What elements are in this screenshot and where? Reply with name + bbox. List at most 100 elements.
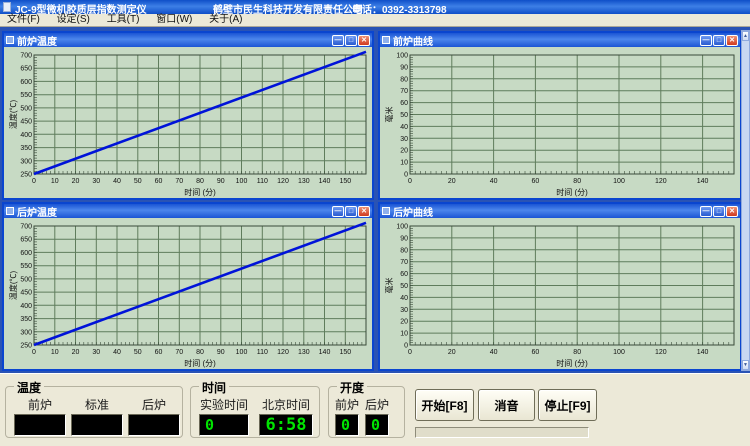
svg-text:120: 120 bbox=[655, 178, 667, 185]
svg-text:40: 40 bbox=[113, 178, 121, 185]
svg-text:500: 500 bbox=[20, 105, 32, 112]
menu-about[interactable]: 关于(A) bbox=[202, 14, 249, 26]
svg-text:90: 90 bbox=[217, 349, 225, 356]
svg-text:0: 0 bbox=[404, 172, 408, 179]
opening-group: 开度 前炉 后炉 0 0 bbox=[328, 386, 405, 438]
front-furnace-opening-label: 前炉 bbox=[335, 396, 359, 413]
svg-text:20: 20 bbox=[448, 178, 456, 185]
scroll-up-icon[interactable]: ▲ bbox=[742, 31, 749, 41]
svg-text:温度(℃): 温度(℃) bbox=[8, 271, 18, 301]
close-icon[interactable]: ✕ bbox=[358, 35, 370, 46]
window-rear-furnace-temp: 后炉温度 — □ ✕ 01020304050607080901001101201… bbox=[2, 202, 374, 371]
maximize-icon[interactable]: □ bbox=[345, 35, 357, 46]
svg-text:550: 550 bbox=[20, 263, 32, 270]
window-title: 后炉曲线 bbox=[393, 204, 433, 219]
svg-text:10: 10 bbox=[51, 178, 59, 185]
start-button[interactable]: 开始[F8] bbox=[415, 389, 474, 421]
close-icon[interactable]: ✕ bbox=[358, 206, 370, 217]
progress-strip bbox=[415, 427, 589, 438]
svg-text:90: 90 bbox=[400, 64, 408, 71]
svg-text:70: 70 bbox=[175, 178, 183, 185]
window-icon bbox=[6, 207, 14, 215]
svg-text:60: 60 bbox=[532, 178, 540, 185]
svg-text:30: 30 bbox=[92, 349, 100, 356]
window-titlebar[interactable]: 后炉曲线 — □ ✕ bbox=[380, 204, 740, 218]
svg-text:毫米: 毫米 bbox=[384, 278, 394, 294]
close-icon[interactable]: ✕ bbox=[726, 206, 738, 217]
svg-text:0: 0 bbox=[408, 349, 412, 356]
mute-button[interactable]: 消音 bbox=[478, 389, 535, 421]
svg-text:250: 250 bbox=[20, 343, 32, 350]
window-front-furnace-curve: 前炉曲线 — □ ✕ 02040608010012014001020304050… bbox=[378, 31, 742, 200]
rear-furnace-temp-chart: 0102030405060708090100110120130140150250… bbox=[4, 218, 372, 369]
window-titlebar[interactable]: 前炉曲线 — □ ✕ bbox=[380, 33, 740, 47]
front-furnace-opening-display: 0 bbox=[335, 414, 359, 436]
svg-text:80: 80 bbox=[400, 76, 408, 83]
svg-text:300: 300 bbox=[20, 158, 32, 165]
svg-text:100: 100 bbox=[613, 349, 625, 356]
menu-bar: 文件(F) 设定(S) 工具(T) 窗口(W) 关于(A) bbox=[0, 14, 750, 27]
svg-text:140: 140 bbox=[319, 178, 331, 185]
svg-text:100: 100 bbox=[236, 349, 248, 356]
svg-text:350: 350 bbox=[20, 316, 32, 323]
svg-text:0: 0 bbox=[404, 343, 408, 350]
close-icon[interactable]: ✕ bbox=[726, 35, 738, 46]
minimize-icon[interactable]: — bbox=[700, 35, 712, 46]
menu-window[interactable]: 窗口(W) bbox=[149, 14, 199, 26]
temperature-group: 温度 前炉 标准 后炉 bbox=[5, 386, 183, 438]
menu-settings[interactable]: 设定(S) bbox=[50, 14, 97, 26]
svg-text:120: 120 bbox=[655, 349, 667, 356]
svg-text:400: 400 bbox=[20, 132, 32, 139]
svg-text:40: 40 bbox=[490, 349, 498, 356]
maximize-icon[interactable]: □ bbox=[345, 206, 357, 217]
svg-text:100: 100 bbox=[236, 178, 248, 185]
standard-temp-display bbox=[71, 414, 123, 436]
window-title: 前炉曲线 bbox=[393, 33, 433, 48]
svg-text:60: 60 bbox=[400, 271, 408, 278]
svg-text:时间 (分): 时间 (分) bbox=[184, 358, 216, 368]
svg-text:时间 (分): 时间 (分) bbox=[184, 187, 216, 197]
scroll-down-icon[interactable]: ▼ bbox=[742, 360, 749, 370]
opening-group-title: 开度 bbox=[337, 379, 367, 396]
window-rear-furnace-curve: 后炉曲线 — □ ✕ 02040608010012014001020304050… bbox=[378, 202, 742, 371]
svg-text:100: 100 bbox=[613, 178, 625, 185]
svg-text:130: 130 bbox=[298, 349, 310, 356]
app-icon bbox=[3, 2, 11, 12]
svg-text:700: 700 bbox=[20, 224, 32, 231]
window-icon bbox=[382, 207, 390, 215]
svg-text:40: 40 bbox=[400, 295, 408, 302]
time-group-title: 时间 bbox=[199, 379, 229, 396]
menu-tools[interactable]: 工具(T) bbox=[100, 14, 147, 26]
mdi-vertical-scrollbar[interactable]: ▲ ▼ bbox=[741, 30, 750, 371]
menu-file[interactable]: 文件(F) bbox=[0, 14, 47, 26]
svg-text:450: 450 bbox=[20, 119, 32, 126]
stop-button[interactable]: 停止[F9] bbox=[538, 389, 597, 421]
svg-text:650: 650 bbox=[20, 66, 32, 73]
minimize-icon[interactable]: — bbox=[700, 206, 712, 217]
svg-text:550: 550 bbox=[20, 92, 32, 99]
svg-text:60: 60 bbox=[155, 349, 163, 356]
svg-text:80: 80 bbox=[573, 178, 581, 185]
maximize-icon[interactable]: □ bbox=[713, 206, 725, 217]
svg-text:70: 70 bbox=[175, 349, 183, 356]
svg-text:100: 100 bbox=[396, 53, 408, 60]
svg-text:80: 80 bbox=[196, 349, 204, 356]
svg-text:0: 0 bbox=[32, 178, 36, 185]
window-titlebar[interactable]: 后炉温度 — □ ✕ bbox=[4, 204, 372, 218]
beijing-time-label: 北京时间 bbox=[259, 396, 313, 413]
rear-furnace-temp-display bbox=[128, 414, 180, 436]
front-furnace-temp-display bbox=[14, 414, 66, 436]
svg-text:20: 20 bbox=[448, 349, 456, 356]
svg-text:50: 50 bbox=[400, 112, 408, 119]
minimize-icon[interactable]: — bbox=[332, 206, 344, 217]
maximize-icon[interactable]: □ bbox=[713, 35, 725, 46]
svg-text:毫米: 毫米 bbox=[384, 107, 394, 123]
svg-text:30: 30 bbox=[92, 178, 100, 185]
svg-text:700: 700 bbox=[20, 53, 32, 60]
window-titlebar[interactable]: 前炉温度 — □ ✕ bbox=[4, 33, 372, 47]
rear-furnace-temp-label: 后炉 bbox=[128, 396, 180, 413]
svg-text:80: 80 bbox=[196, 178, 204, 185]
minimize-icon[interactable]: — bbox=[332, 35, 344, 46]
svg-text:150: 150 bbox=[339, 349, 351, 356]
svg-text:30: 30 bbox=[400, 307, 408, 314]
